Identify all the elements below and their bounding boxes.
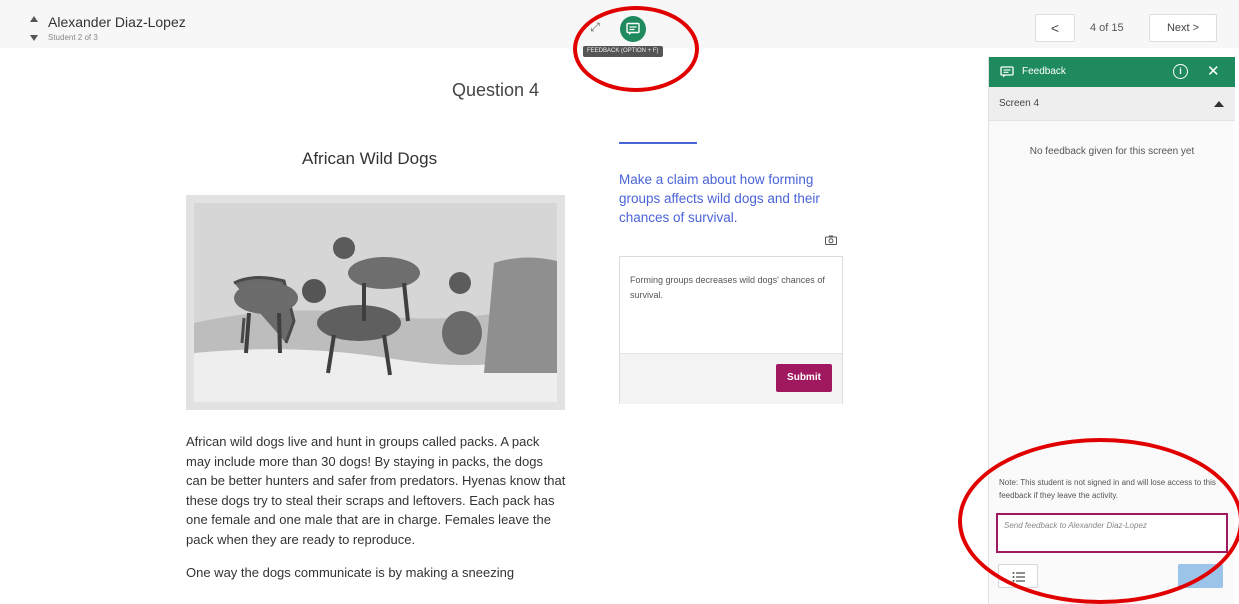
chevron-left-icon[interactable]: < [1035, 14, 1075, 42]
highlight-circle-bottom [958, 438, 1239, 604]
wild-dogs-image [186, 195, 565, 410]
student-position: Student 2 of 3 [48, 33, 98, 42]
next-screen-button[interactable]: Next > [1149, 14, 1217, 42]
page-title: Question 4 [452, 80, 540, 100]
next-student-arrow-icon[interactable] [30, 35, 38, 41]
feedback-panel-header: Feedback i ✕ [989, 57, 1235, 87]
feedback-panel-title: Feedback [1022, 66, 1066, 77]
passage-paragraph: One way the dogs communicate is by makin… [186, 565, 515, 580]
chevron-up-icon [1214, 101, 1224, 107]
question-prompt: Make a claim about how forming groups af… [619, 172, 820, 225]
reading-passage: African wild dogs live and hunt in group… [186, 432, 566, 597]
highlight-circle-top [573, 6, 699, 92]
article-title: African Wild Dogs [302, 149, 438, 168]
feedback-icon [1000, 66, 1014, 78]
camera-icon[interactable] [825, 235, 837, 245]
student-name: Alexander Diaz-Lopez [48, 14, 186, 30]
screen-label: Screen 4 [999, 98, 1040, 109]
wild-dogs-illustration [194, 203, 557, 402]
passage-paragraph: African wild dogs live and hunt in group… [186, 434, 566, 547]
screen-selector[interactable]: Screen 4 [989, 87, 1235, 121]
prompt-accent-line [619, 142, 697, 144]
submit-button[interactable]: Submit [776, 364, 832, 392]
info-icon[interactable]: i [1173, 64, 1188, 79]
response-footer: Submit [620, 353, 842, 404]
student-response: Forming groups decreases wild dogs' chan… [630, 275, 825, 300]
previous-student-arrow-icon[interactable] [30, 16, 38, 22]
empty-feedback-message: No feedback given for this screen yet [1029, 146, 1195, 157]
screen-counter: 4 of 15 [1090, 22, 1124, 34]
response-card: Forming groups decreases wild dogs' chan… [619, 256, 843, 404]
close-icon[interactable]: ✕ [1207, 62, 1220, 80]
